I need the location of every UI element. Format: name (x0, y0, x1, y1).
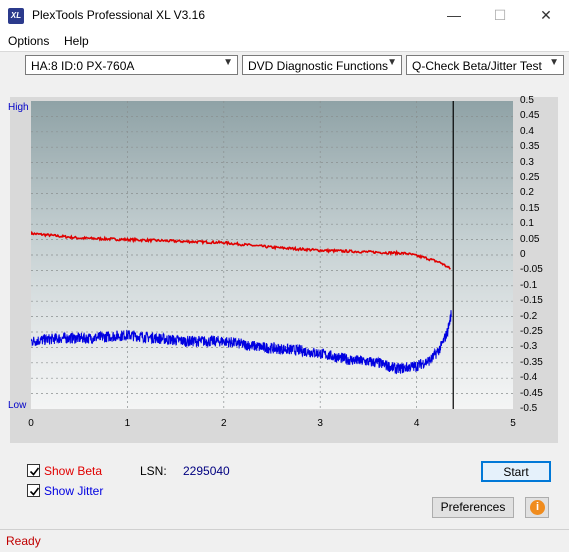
menu-options-label: Options (8, 34, 50, 48)
right-tick-label: 0.35 (520, 141, 540, 153)
lsn-label: LSN: (140, 464, 167, 478)
chart-plot-area (31, 101, 513, 409)
drive-select-value: HA:8 ID:0 PX-760A (31, 59, 135, 73)
right-tick-label: 0.4 (520, 125, 534, 137)
info-button[interactable]: i (525, 497, 549, 518)
x-tick-label: 1 (124, 418, 131, 429)
app-icon: XL (8, 8, 24, 24)
right-tick-label: -0.4 (520, 372, 538, 384)
menu-help-label: Help (64, 34, 89, 48)
check-icon (29, 467, 40, 476)
drive-select[interactable]: HA:8 ID:0 PX-760A ▼ (25, 55, 238, 75)
right-tick-label: 0.05 (520, 233, 540, 245)
right-tick-label: -0.3 (520, 341, 538, 353)
right-tick-label: 0.3 (520, 156, 534, 168)
x-tick-label: 0 (28, 418, 34, 429)
title-bar: XL PlexTools Professional XL V3.16 — ☐ ✕ (0, 0, 569, 32)
right-tick-label: -0.25 (520, 326, 543, 337)
show-jitter-checkbox[interactable] (27, 484, 40, 497)
toolbar-separator (0, 51, 569, 52)
minimize-button[interactable]: — (431, 0, 477, 31)
lsn-value: 2295040 (183, 464, 230, 478)
right-tick-label: 0.2 (520, 187, 534, 199)
x-tick-label: 2 (221, 418, 227, 429)
show-beta-checkbox[interactable] (27, 464, 40, 477)
info-icon-glyph: i (535, 501, 540, 513)
right-tick-label: 0.45 (520, 110, 540, 122)
y-label-low: Low (8, 400, 27, 411)
x-tick-label: 5 (510, 418, 516, 429)
right-tick-label: -0.05 (520, 264, 543, 276)
function-select-value: DVD Diagnostic Functions (248, 59, 389, 73)
menu-options[interactable]: Options (8, 34, 49, 48)
series-jitter-line (31, 310, 452, 375)
right-tick-label: 0 (520, 249, 526, 260)
right-tick-label: 0.15 (520, 202, 540, 214)
menu-bar: Options Help (0, 31, 569, 51)
close-button[interactable]: ✕ (523, 0, 569, 31)
start-button[interactable]: Start (481, 461, 551, 482)
maximize-button[interactable]: ☐ (477, 0, 523, 31)
window-title: PlexTools Professional XL V3.16 (32, 8, 205, 22)
chevron-down-icon: ▼ (387, 57, 397, 68)
right-tick-label: -0.45 (520, 387, 543, 399)
function-select[interactable]: DVD Diagnostic Functions ▼ (242, 55, 402, 75)
check-icon (29, 487, 40, 496)
test-select-value: Q-Check Beta/Jitter Test (412, 59, 542, 73)
show-jitter-label[interactable]: Show Jitter (44, 484, 103, 498)
show-beta-label[interactable]: Show Beta (44, 464, 102, 478)
status-bar: Ready (0, 529, 569, 552)
chart-svg (31, 101, 513, 409)
status-text: Ready (6, 534, 41, 548)
x-tick-label: 4 (413, 418, 420, 429)
chevron-down-icon: ▼ (549, 57, 559, 68)
preferences-button[interactable]: Preferences (432, 497, 514, 518)
right-tick-label: -0.35 (520, 356, 543, 368)
right-tick-label: 0.25 (520, 172, 540, 183)
menu-help[interactable]: Help (64, 34, 89, 48)
right-tick-label: -0.5 (520, 403, 538, 414)
right-tick-label: -0.2 (520, 310, 538, 322)
info-icon: i (530, 500, 545, 515)
right-tick-label: 0.1 (520, 218, 534, 230)
series-beta-line (31, 230, 451, 270)
y-label-high: High (8, 102, 29, 113)
chevron-down-icon: ▼ (223, 57, 233, 68)
controls-panel: Show Beta Show Jitter LSN: 2295040 Start… (10, 451, 558, 527)
x-tick-label: 3 (317, 418, 323, 429)
right-tick-label: -0.1 (520, 279, 538, 291)
right-tick-label: -0.15 (520, 295, 543, 307)
test-select[interactable]: Q-Check Beta/Jitter Test ▼ (406, 55, 564, 75)
right-tick-label: 0.5 (520, 95, 534, 106)
